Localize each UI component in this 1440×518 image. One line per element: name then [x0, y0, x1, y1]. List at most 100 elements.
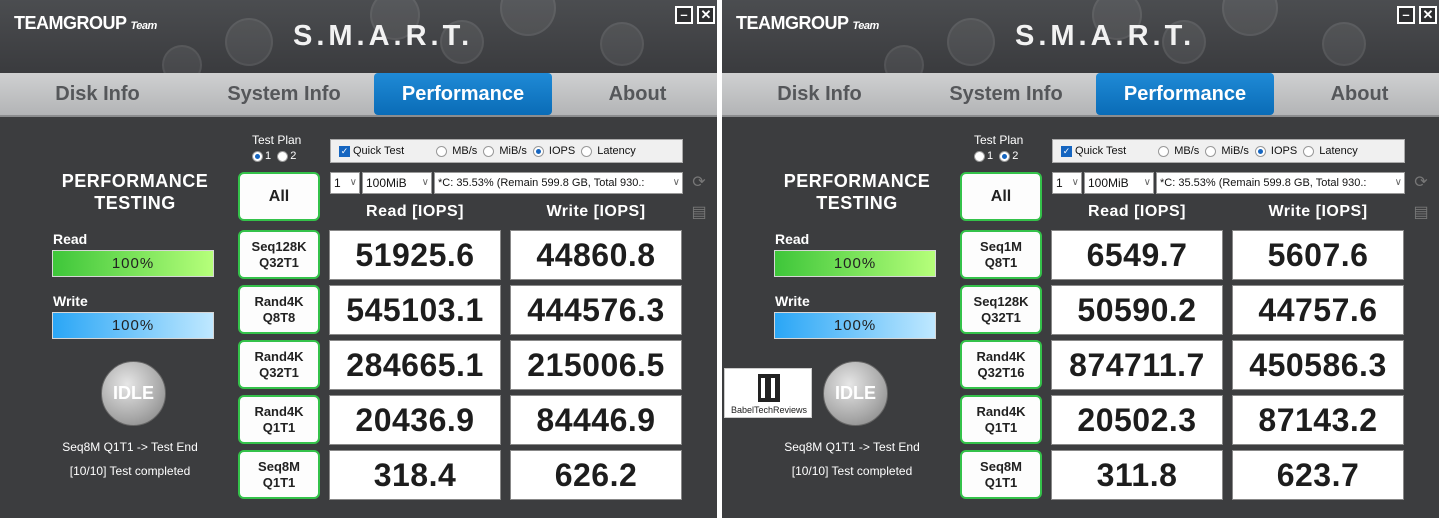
unit-radio-latency[interactable]: Latency: [1303, 145, 1358, 157]
power-icon: [500, 0, 556, 36]
unit-radio-mbs[interactable]: MB/s: [1158, 145, 1199, 157]
drive-select[interactable]: *C: 35.53% (Remain 599.8 GB, Total 930.:…: [434, 172, 683, 194]
unit-radio-iops[interactable]: IOPS: [532, 145, 575, 157]
performance-testing-title: PERFORMANCE TESTING: [61, 171, 209, 213]
test-plan-options: 1 2: [974, 150, 1018, 162]
write-value-row-1: 44860.8: [510, 230, 682, 280]
test-plan-options: 1 2: [252, 150, 296, 162]
tab-performance[interactable]: Performance: [1096, 73, 1274, 115]
tab-bar: Disk Info System Info Performance About: [722, 73, 1439, 117]
write-value-row-4: 84446.9: [510, 395, 682, 445]
quick-test-checkbox[interactable]: ✓ Quick Test: [339, 145, 404, 157]
app-title: S.M.A.R.T.: [1015, 20, 1196, 52]
refresh-icon[interactable]: ⟳: [690, 174, 708, 192]
write-value-row-5: 623.7: [1232, 450, 1404, 500]
read-value-row-4: 20502.3: [1051, 395, 1223, 445]
unit-radio-mibs[interactable]: MiB/s: [483, 145, 527, 157]
smart-window-left: TEAMGROUP Team S.M.A.R.T. – ✕ Disk Info S…: [0, 0, 717, 518]
babeltechreviews-watermark: BabelTechReviews: [724, 368, 812, 418]
test-plan-radio-1[interactable]: [974, 150, 985, 162]
test-plan-radio-2[interactable]: [277, 150, 289, 162]
check-icon: ✓: [1061, 145, 1072, 157]
tab-performance[interactable]: Performance: [374, 73, 552, 115]
tab-bar: Disk Info System Info Performance About: [0, 73, 717, 117]
building-logo-icon: [758, 374, 780, 402]
screenshot-stage: TEAMGROUP Team S.M.A.R.T. – ✕ Disk Info S…: [0, 0, 1440, 518]
drive-select[interactable]: *C: 35.53% (Remain 599.8 GB, Total 930.:…: [1156, 172, 1405, 194]
write-header: Write [IOPS]: [1268, 203, 1368, 220]
write-progress-bar: 100%: [52, 312, 214, 339]
unit-radio-mibs[interactable]: MiB/s: [1205, 145, 1249, 157]
count-select[interactable]: 1 ∨: [330, 172, 360, 194]
run-all-button[interactable]: All: [238, 172, 320, 221]
brand-logo: TEAMGROUP Team: [14, 13, 157, 33]
read-value-row-3: 874711.7: [1051, 340, 1223, 390]
test-plan-option-1-label: 1: [987, 150, 994, 162]
test-plan-radio-1[interactable]: [252, 150, 263, 162]
performance-testing-title: PERFORMANCE TESTING: [783, 171, 931, 213]
folder-icon: [162, 45, 202, 73]
header-banner: TEAMGROUP Team S.M.A.R.T. – ✕: [0, 0, 717, 73]
test-button-row-3[interactable]: Rand4K Q32T1: [238, 340, 320, 389]
test-button-row-1[interactable]: Seq1M Q8T1: [960, 230, 1042, 279]
options-bar: ✓ Quick Test MB/s MiB/s IOPS Latency: [1052, 139, 1405, 163]
tab-system-info[interactable]: System Info: [200, 73, 368, 115]
test-button-row-4[interactable]: Rand4K Q1T1: [238, 395, 320, 444]
minimize-button[interactable]: –: [675, 6, 693, 24]
unit-radio-mbs[interactable]: MB/s: [436, 145, 477, 157]
read-value-row-2: 50590.2: [1051, 285, 1223, 335]
write-progress-bar: 100%: [774, 312, 936, 339]
refresh-icon[interactable]: ⟳: [1412, 174, 1430, 192]
minimize-button[interactable]: –: [1397, 6, 1415, 24]
write-value-row-1: 5607.6: [1232, 230, 1404, 280]
write-header: Write [IOPS]: [546, 203, 646, 220]
unit-radio-latency[interactable]: Latency: [581, 145, 636, 157]
size-select[interactable]: 100MiB ∨: [362, 172, 432, 194]
test-plan-label: Test Plan: [974, 133, 1024, 147]
test-plan-radio-2[interactable]: [999, 150, 1011, 162]
test-button-row-3[interactable]: Rand4K Q32T16: [960, 340, 1042, 389]
copy-icon[interactable]: ▤: [1412, 204, 1430, 222]
tab-system-info[interactable]: System Info: [922, 73, 1090, 115]
quick-test-checkbox[interactable]: ✓ Quick Test: [1061, 145, 1126, 157]
status-line-1: Seq8M Q1T1 -> Test End: [784, 440, 920, 454]
chevron-down-icon: ∨: [1143, 177, 1151, 188]
test-button-row-5[interactable]: Seq8M Q1T1: [238, 450, 320, 499]
copy-icon[interactable]: ▤: [690, 204, 708, 222]
brand-logo: TEAMGROUP Team: [736, 13, 879, 33]
tab-about[interactable]: About: [1292, 73, 1427, 115]
test-plan-option-1-label: 1: [265, 150, 272, 162]
read-value-row-2: 545103.1: [329, 285, 501, 335]
test-button-row-5[interactable]: Seq8M Q1T1: [960, 450, 1042, 499]
read-header: Read [IOPS]: [1088, 203, 1186, 220]
write-value-row-5: 626.2: [510, 450, 682, 500]
read-value-row-1: 6549.7: [1051, 230, 1223, 280]
chevron-down-icon: ∨: [349, 177, 357, 188]
write-value-row-3: 450586.3: [1232, 340, 1404, 390]
idle-start-button[interactable]: IDLE: [823, 361, 888, 426]
test-plan-label: Test Plan: [252, 133, 302, 147]
idle-start-button[interactable]: IDLE: [101, 361, 166, 426]
chevron-down-icon: ∨: [672, 177, 680, 188]
test-button-row-4[interactable]: Rand4K Q1T1: [960, 395, 1042, 444]
read-value-row-1: 51925.6: [329, 230, 501, 280]
chevron-down-icon: ∨: [1071, 177, 1079, 188]
tab-disk-info[interactable]: Disk Info: [742, 73, 897, 115]
write-value-row-2: 44757.6: [1232, 285, 1404, 335]
tab-disk-info[interactable]: Disk Info: [20, 73, 175, 115]
write-value-row-3: 215006.5: [510, 340, 682, 390]
test-button-row-2[interactable]: Rand4K Q8T8: [238, 285, 320, 334]
run-all-button[interactable]: All: [960, 172, 1042, 221]
read-value-row-5: 311.8: [1051, 450, 1223, 500]
write-label: Write: [53, 293, 88, 309]
close-button[interactable]: ✕: [697, 6, 715, 24]
close-button[interactable]: ✕: [1419, 6, 1437, 24]
count-select[interactable]: 1 ∨: [1052, 172, 1082, 194]
tab-about[interactable]: About: [570, 73, 705, 115]
read-progress-bar: 100%: [52, 250, 214, 277]
size-select[interactable]: 100MiB ∨: [1084, 172, 1154, 194]
test-button-row-2[interactable]: Seq128K Q32T1: [960, 285, 1042, 334]
unit-radio-iops[interactable]: IOPS: [1254, 145, 1297, 157]
test-button-row-1[interactable]: Seq128K Q32T1: [238, 230, 320, 279]
gear-icon: [600, 22, 644, 66]
